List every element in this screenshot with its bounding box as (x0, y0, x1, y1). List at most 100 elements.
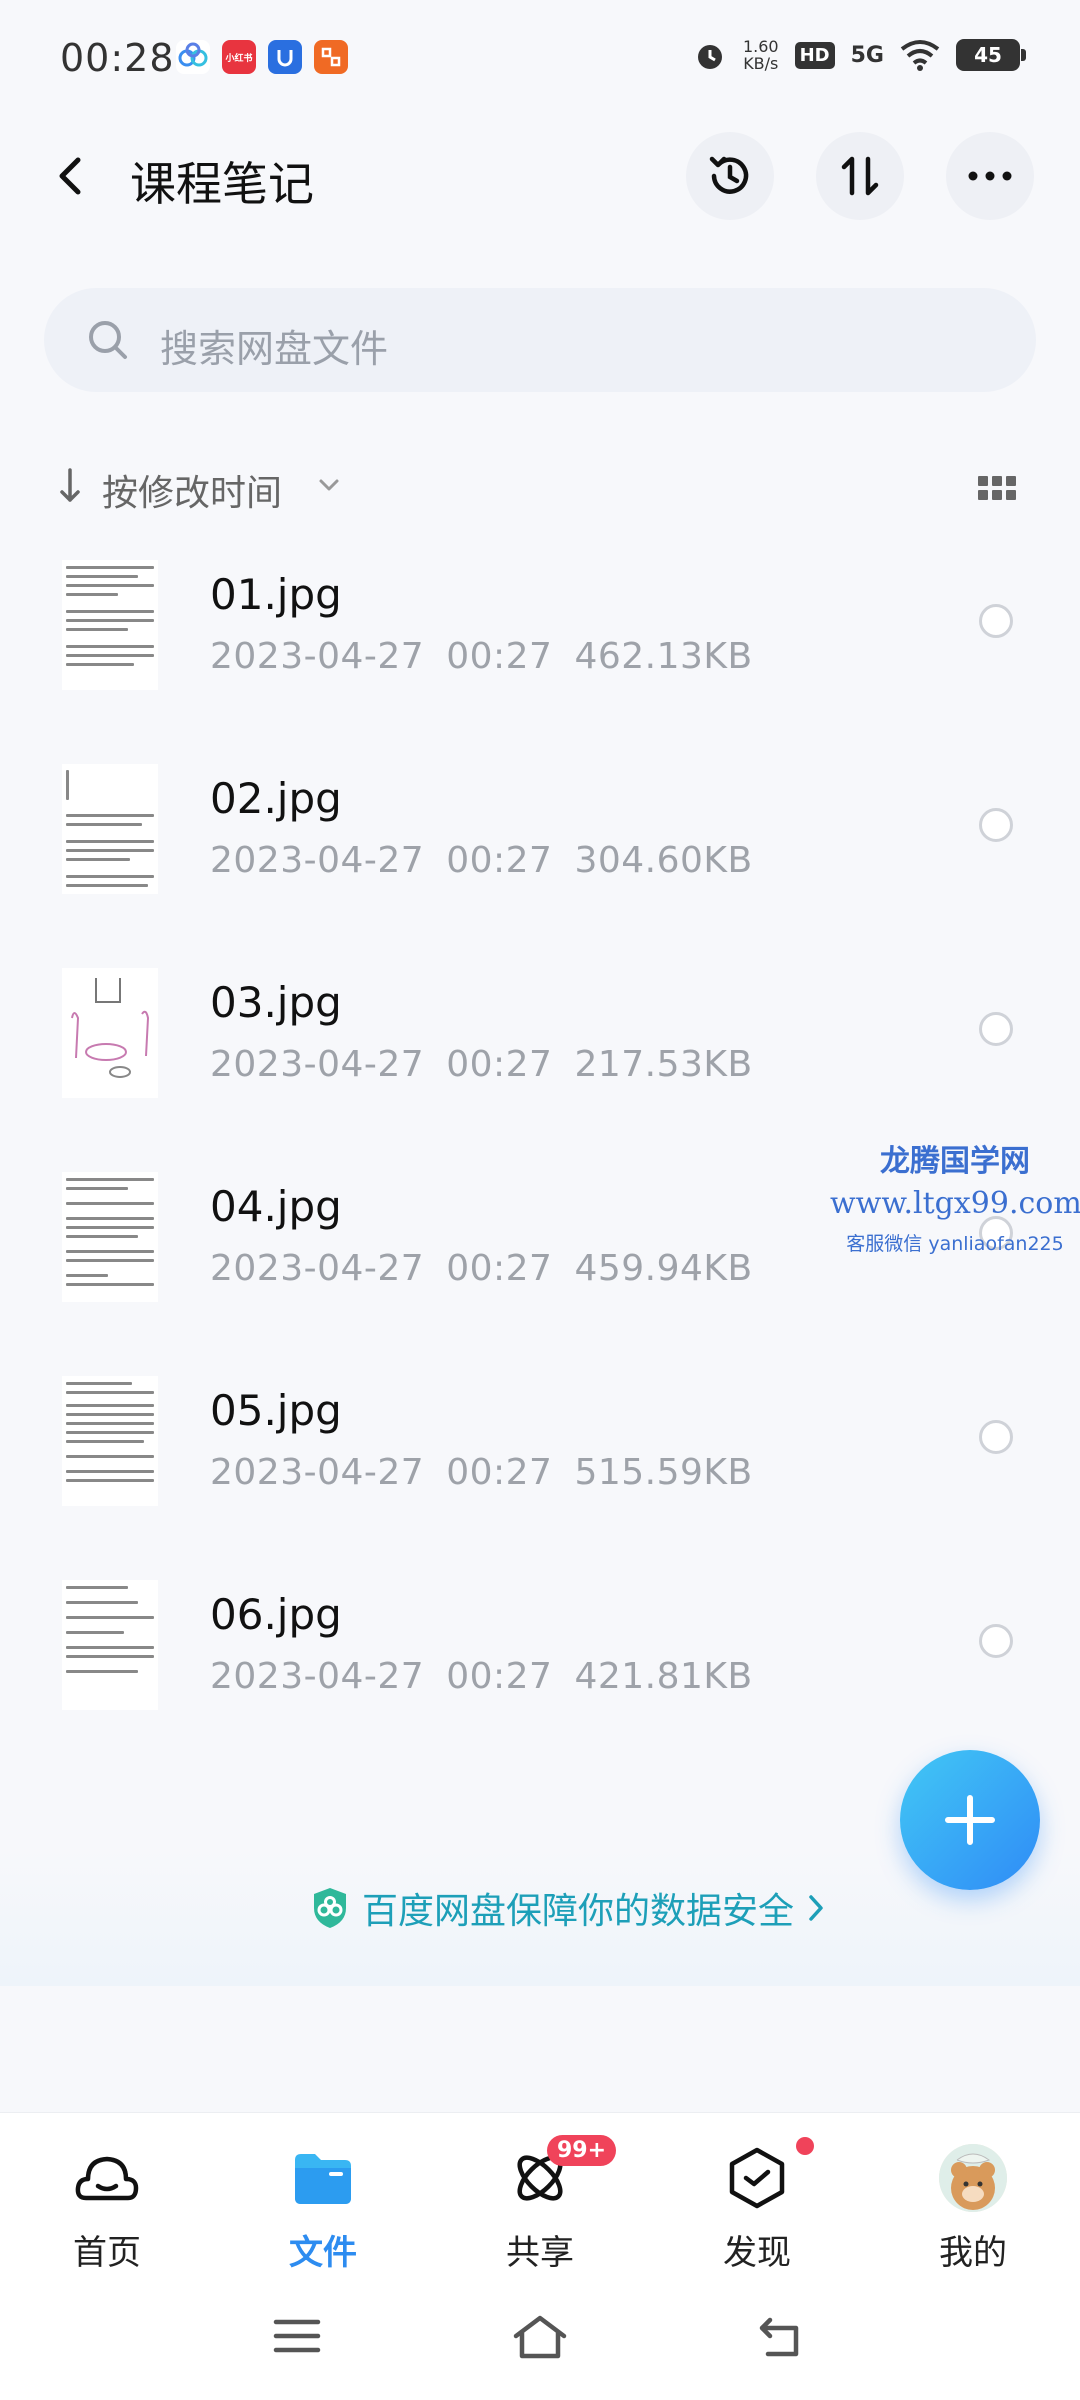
nav-files-icon-wrap (248, 2143, 398, 2213)
history-icon (709, 156, 749, 194)
nav-files[interactable]: 文件 (248, 2143, 398, 2274)
file-date: 2023-04-27 (210, 1044, 425, 1085)
security-app-icon (268, 40, 302, 74)
file-name: 03.jpg (210, 978, 342, 1027)
file-date: 2023-04-27 (210, 1248, 425, 1289)
nav-home[interactable]: 首页 (32, 2143, 182, 2274)
list-item[interactable]: 02.jpg 2023-04-27 00:27 304.60KB (0, 744, 1080, 948)
select-radio[interactable] (979, 808, 1013, 842)
watermark-title: 龙腾国学网 (880, 1144, 1030, 1179)
bottom-navigation: 首页 文件 99+ 共享 发现 我的 (0, 2112, 1080, 2292)
list-item[interactable]: 01.jpg 2023-04-27 00:27 462.13KB (0, 540, 1080, 744)
menu-lines-icon[interactable] (272, 2314, 322, 2358)
back-gesture-icon[interactable] (756, 2314, 806, 2360)
sort-label[interactable]: 按修改时间 (102, 464, 282, 516)
file-thumbnail (62, 1580, 158, 1710)
network-speed: 1.60 KB/s (743, 38, 779, 72)
select-radio[interactable] (979, 1012, 1013, 1046)
file-name: 02.jpg (210, 774, 342, 823)
nav-me[interactable]: 我的 (898, 2143, 1048, 2274)
file-time: 00:27 (446, 636, 553, 677)
file-name: 06.jpg (210, 1590, 342, 1639)
sort-arrows-icon (841, 156, 879, 196)
select-radio[interactable] (979, 604, 1013, 638)
discover-notification-dot (796, 2137, 814, 2155)
search-placeholder: 搜索网盘文件 (160, 327, 389, 371)
battery-icon: 45 (956, 39, 1026, 71)
watermark: 龙腾国学网 www.ltgx99.com 客服微信 yanliaofan225 (830, 1136, 1080, 1256)
file-thumbnail (62, 968, 158, 1098)
nav-discover[interactable]: 发现 (682, 2137, 832, 2274)
file-name: 01.jpg (210, 570, 342, 619)
security-banner-text: 百度网盘保障你的数据安全 (362, 1891, 795, 1932)
more-button[interactable] (946, 132, 1034, 220)
file-date: 2023-04-27 (210, 636, 425, 677)
file-thumbnail (62, 560, 158, 690)
list-item[interactable]: 05.jpg 2023-04-27 00:27 515.59KB (0, 1356, 1080, 1560)
select-radio[interactable] (979, 1420, 1013, 1454)
sort-order-button[interactable] (816, 132, 904, 220)
file-date: 2023-04-27 (210, 840, 425, 881)
file-date: 2023-04-27 (210, 1452, 425, 1493)
nav-files-label: 文件 (289, 2233, 357, 2273)
security-banner[interactable]: 百度网盘保障你的数据安全 (0, 1850, 1080, 1986)
file-meta: 2023-04-27 00:27 304.60KB (210, 840, 775, 881)
signal-5g-icon: 5G (850, 42, 884, 68)
chevron-down-icon[interactable] (316, 472, 342, 498)
search-bar[interactable]: 搜索网盘文件 (44, 288, 1036, 392)
nav-home-icon-wrap (32, 2143, 182, 2213)
plus-icon (945, 1795, 995, 1845)
status-time: 00:28 (60, 36, 175, 80)
grid-view-icon[interactable] (978, 476, 1016, 500)
speed-value: 1.60 (742, 37, 779, 56)
chevron-right-icon (809, 1895, 823, 1921)
file-time: 00:27 (446, 1044, 553, 1085)
file-size: 217.53KB (574, 1044, 753, 1085)
file-size: 421.81KB (574, 1656, 753, 1697)
file-time: 00:27 (446, 1656, 553, 1697)
select-radio[interactable] (979, 1624, 1013, 1658)
file-size: 515.59KB (574, 1452, 753, 1493)
taobao-app-icon (314, 40, 348, 74)
share-badge: 99+ (547, 2135, 617, 2166)
file-thumbnail (62, 1172, 158, 1302)
status-bar: 00:28 小红书 1.60 KB/s HD 5G 45 (0, 0, 1080, 120)
search-icon (89, 321, 127, 359)
file-meta: 2023-04-27 00:27 462.13KB (210, 636, 775, 677)
file-thumbnail (62, 1376, 158, 1506)
wifi-icon (900, 40, 940, 71)
file-name: 05.jpg (210, 1386, 342, 1435)
file-thumbnail (62, 764, 158, 894)
system-navigation-bar (0, 2292, 1080, 2400)
title-bar: 课程笔记 (0, 126, 1080, 226)
add-fab-button[interactable] (900, 1750, 1040, 1890)
folder-icon (295, 2154, 351, 2204)
file-size: 304.60KB (574, 840, 753, 881)
hd-voice-icon: HD (794, 41, 835, 69)
nav-me-icon-wrap (898, 2143, 1048, 2213)
speed-unit: KB/s (743, 54, 779, 73)
list-item[interactable]: 03.jpg 2023-04-27 00:27 217.53KB (0, 948, 1080, 1152)
file-time: 00:27 (446, 1452, 553, 1493)
nav-share[interactable]: 99+ 共享 (465, 2135, 617, 2274)
xiaohongshu-icon: 小红书 (222, 40, 256, 74)
back-arrow-icon[interactable] (50, 154, 94, 198)
nav-share-label: 共享 (506, 2233, 574, 2273)
home-outline-icon[interactable] (510, 2314, 570, 2360)
discover-box-icon (729, 2147, 785, 2209)
sort-row: 按修改时间 (0, 458, 1080, 518)
page-title: 课程笔记 (130, 157, 314, 211)
sort-down-arrow-icon[interactable] (58, 466, 82, 506)
alarm-icon (697, 45, 722, 69)
file-size: 462.13KB (574, 636, 753, 677)
file-meta: 2023-04-27 00:27 217.53KB (210, 1044, 775, 1085)
history-button[interactable] (686, 132, 774, 220)
list-item[interactable]: 06.jpg 2023-04-27 00:27 421.81KB (0, 1560, 1080, 1764)
file-time: 00:27 (446, 1248, 553, 1289)
cloud-app-icon (176, 40, 210, 74)
file-time: 00:27 (446, 840, 553, 881)
shield-icon (314, 1888, 346, 1928)
file-size: 459.94KB (574, 1248, 753, 1289)
file-meta: 2023-04-27 00:27 515.59KB (210, 1452, 775, 1493)
file-meta: 2023-04-27 00:27 421.81KB (210, 1656, 775, 1697)
